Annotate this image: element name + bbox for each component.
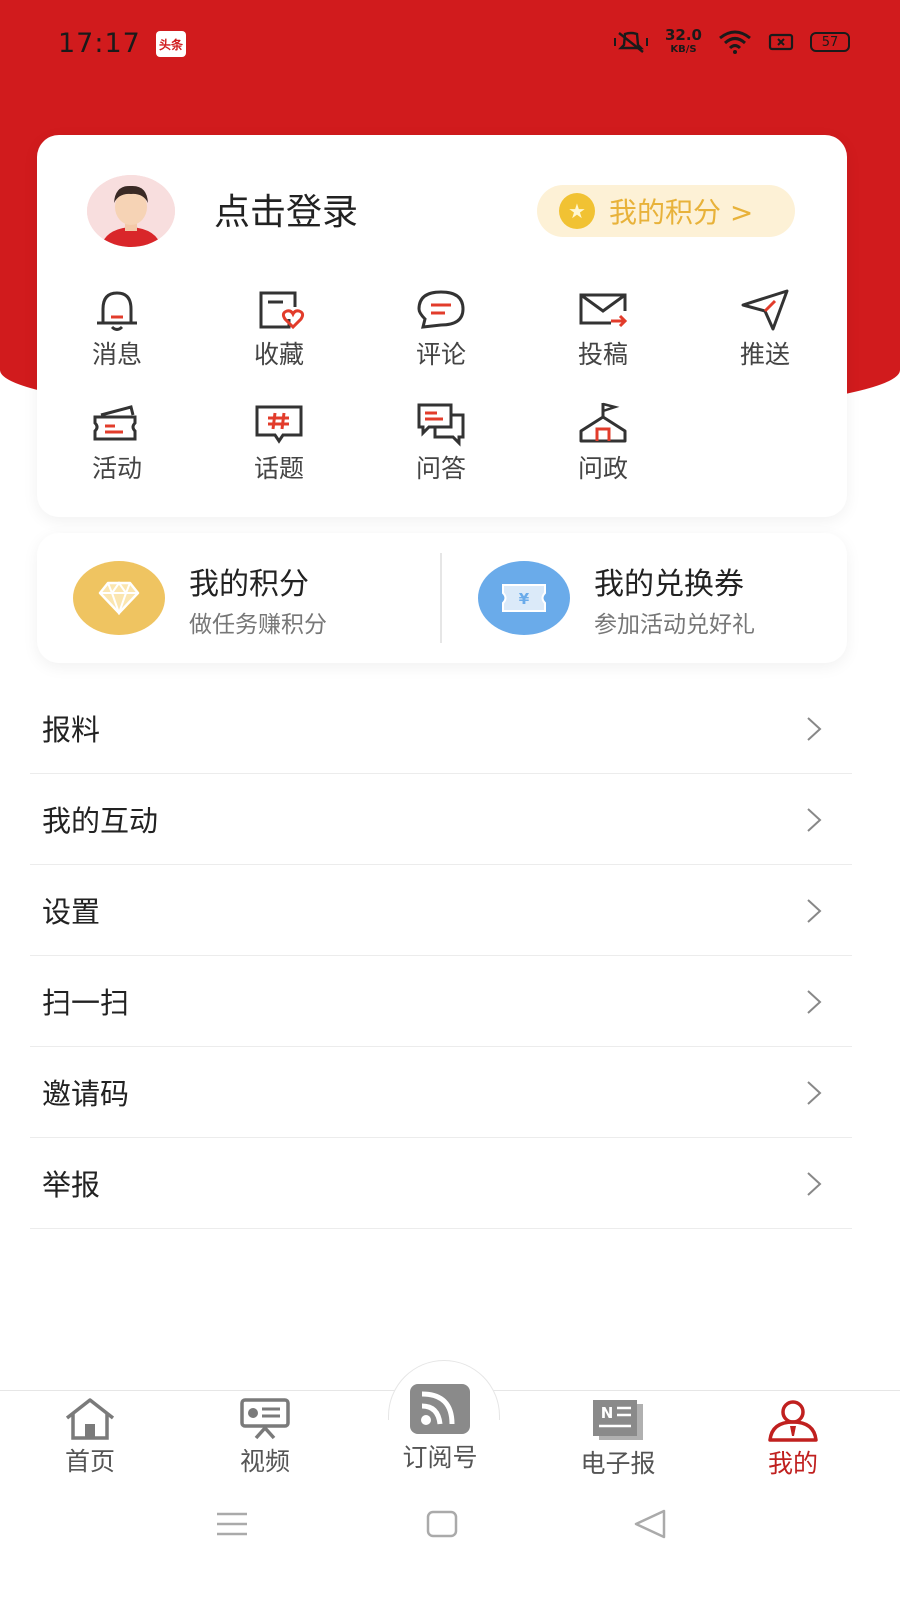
shortcut-label: 消息 [91,340,142,369]
favorite-icon [259,291,305,330]
chevron-right-icon [807,899,822,923]
wallet-card: 我的积分 做任务赚积分 ¥ 我的兑换券 参加活动兑好礼 [37,533,847,663]
my-coupons-entry[interactable]: ¥ 我的兑换券 参加活动兑好礼 [442,533,842,663]
network-speed: 32.0 KB/S [665,28,702,56]
menu-item-report-abuse[interactable]: 举报 [30,1138,852,1229]
shortcut-label: 推送 [739,340,790,369]
government-icon [579,402,627,443]
shortcut-label: 问答 [415,454,466,483]
comment-icon [417,290,465,329]
profile-card: 点击登录 ★ 我的积分 > 消息 收藏 评论 投稿 推送 活动 话题 问答 问政 [37,135,847,517]
my-coupons-title: 我的兑换券 [594,567,744,602]
wifi-icon [719,30,751,54]
coin-icon: ★ [559,193,595,229]
my-coupons-subtitle: 参加活动兑好礼 [594,612,755,638]
bell-icon [97,291,137,331]
status-bar: 17:17 头条 32.0 KB/S 57 [0,0,900,90]
sim-icon [768,33,794,51]
network-speed-value: 32.0 [664,26,702,44]
avatar-illustration [87,175,175,247]
app-notification-icon: 头条 [156,31,186,57]
tab-label: 首页 [64,1447,115,1476]
tab-mine[interactable]: 我的 [733,1398,853,1480]
tab-home[interactable]: 首页 [30,1398,150,1478]
menu-item-label: 举报 [42,1168,101,1202]
shortcut-comments[interactable]: 评论 [391,287,491,377]
settings-menu: 报料 我的互动 设置 扫一扫 邀请码 举报 [30,683,852,1229]
points-button-label: 我的积分 > [609,196,754,229]
chevron-right-icon [807,1081,822,1105]
tab-video[interactable]: 视频 [205,1398,325,1478]
tab-label: 我的 [767,1449,818,1478]
menu-item-label: 扫一扫 [42,986,130,1020]
shortcut-messages[interactable]: 消息 [67,287,167,377]
qa-icon [417,403,465,447]
status-indicators: 32.0 KB/S 57 [613,28,850,56]
chevron-right-icon [807,808,822,832]
hashtag-icon [255,405,303,444]
coupon-icon: ¥ [478,561,570,635]
status-time: 17:17 [58,28,141,59]
mail-send-icon [579,293,628,328]
menu-item-label: 报料 [42,713,101,747]
menu-item-report-news[interactable]: 报料 [30,683,852,774]
menu-item-label: 设置 [42,895,101,929]
chevron-right-icon [807,1172,822,1196]
home-button-icon[interactable] [425,1508,459,1540]
back-icon[interactable] [632,1508,668,1540]
tab-label: 视频 [239,1447,290,1476]
tab-label: 订阅号 [402,1443,478,1472]
avatar[interactable] [87,175,175,247]
tab-e-newspaper[interactable]: N 电子报 [558,1398,678,1480]
menu-item-label: 邀请码 [42,1077,130,1111]
diamond-icon [73,561,165,635]
ticket-icon [93,405,137,441]
menu-item-settings[interactable]: 设置 [30,865,852,956]
network-speed-unit: KB/S [670,44,697,55]
rss-icon [410,1384,470,1434]
tab-subscriptions[interactable]: 订阅号 [380,1382,500,1474]
shortcut-label: 问政 [577,454,628,483]
mute-icon [613,31,648,53]
chevron-right-icon [807,990,822,1014]
menu-item-my-interactions[interactable]: 我的互动 [30,774,852,865]
shortcut-topics[interactable]: 话题 [229,401,329,491]
shortcut-label: 话题 [253,454,304,483]
tab-label: 电子报 [580,1449,656,1478]
shortcut-qa[interactable]: 问答 [391,401,491,491]
login-prompt[interactable]: 点击登录 [214,183,358,235]
shortcut-activities[interactable]: 活动 [67,401,167,491]
user-icon [768,1400,818,1442]
shortcut-push[interactable]: 推送 [715,287,815,377]
home-icon [65,1398,115,1440]
menu-item-scan[interactable]: 扫一扫 [30,956,852,1047]
menu-item-invite-code[interactable]: 邀请码 [30,1047,852,1138]
shortcut-label: 评论 [415,340,466,369]
my-points-entry[interactable]: 我的积分 做任务赚积分 [37,533,437,663]
chevron-right-icon [807,717,822,741]
shortcut-label: 活动 [91,454,142,483]
shortcut-favorites[interactable]: 收藏 [229,287,329,377]
shortcut-government[interactable]: 问政 [553,401,653,491]
shortcut-label: 收藏 [253,340,304,369]
battery-indicator: 57 [810,32,850,52]
my-points-subtitle: 做任务赚积分 [189,612,327,638]
shortcut-label: 投稿 [577,340,628,369]
points-button[interactable]: ★ 我的积分 > [537,185,795,237]
video-icon [240,1398,290,1440]
shortcut-submit[interactable]: 投稿 [553,287,653,377]
svg-text:¥: ¥ [519,590,530,608]
paper-plane-icon [741,289,789,331]
newspaper-icon: N [593,1400,643,1440]
my-points-title: 我的积分 [189,567,309,602]
svg-text:N: N [601,1404,614,1422]
menu-icon[interactable] [215,1508,249,1540]
menu-item-label: 我的互动 [42,804,159,838]
